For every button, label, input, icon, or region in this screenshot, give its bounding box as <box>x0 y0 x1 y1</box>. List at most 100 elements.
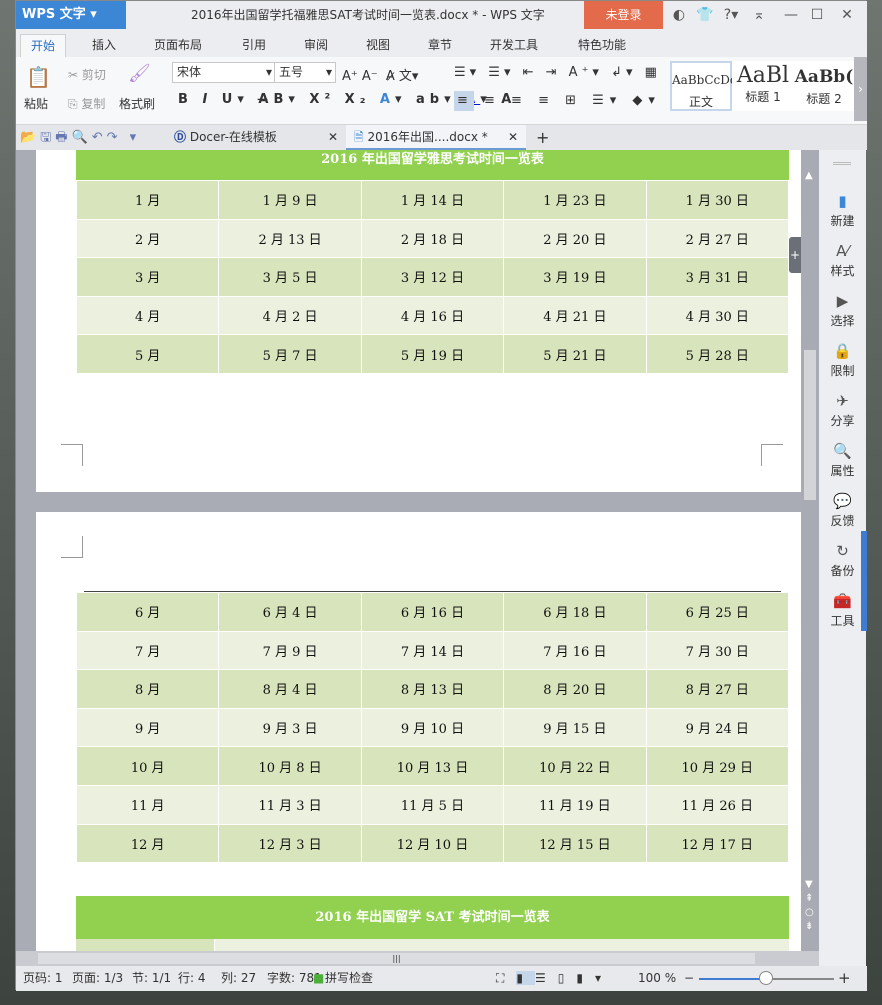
table-cell[interactable]: 8 月 20 日 <box>503 669 647 709</box>
table-cell[interactable]: 10 月 22 日 <box>503 746 647 786</box>
paste-button[interactable]: 粘贴 <box>24 95 48 112</box>
table-cell[interactable]: 5 月 21 日 <box>503 334 647 374</box>
table-cell[interactable]: 8 月 4 日 <box>218 669 362 709</box>
close-button[interactable]: ✕ <box>834 1 860 29</box>
table-cell[interactable]: 12 月 10 日 <box>360 823 505 864</box>
tab-docer[interactable]: Ⓓ Docer-在线模板 ✕ <box>166 125 346 150</box>
alignment-buttons[interactable]: ≡ ≡ ≡ ≡ ⊞ ☰▾ ◆▾ ⊡▾ <box>457 93 701 108</box>
style-heading-2[interactable]: AaBb(标题 2 <box>794 61 854 111</box>
table-cell[interactable]: 2 月 20 日 <box>503 218 647 259</box>
table-cell[interactable]: 12 月 17 日 <box>645 823 790 864</box>
minimize-button[interactable]: — <box>778 1 804 29</box>
table-cell[interactable]: 10 月 29 日 <box>645 746 790 786</box>
table-cell[interactable]: 1 月 23 日 <box>503 180 647 220</box>
vertical-scrollbar[interactable]: ▲ ▼ ⇞ ○ ⇟ <box>801 150 819 951</box>
sidebar-item-toolbox[interactable]: 🧰 工具 <box>819 592 866 629</box>
table-cell[interactable]: 1 月 30 日 <box>645 180 790 220</box>
scroll-up-icon[interactable]: ▲ <box>805 170 813 181</box>
help-icon[interactable]: ?▾ <box>718 1 744 29</box>
table-cell[interactable]: 8 月 <box>75 669 220 709</box>
table-cell[interactable]: 9 月 15 日 <box>503 707 647 748</box>
table-cell[interactable]: 6 月 <box>75 592 220 632</box>
tab-1[interactable]: 插入 <box>82 34 126 57</box>
tab-7[interactable]: 开发工具 <box>480 34 548 57</box>
table-cell[interactable]: 5 月 28 日 <box>645 334 790 374</box>
vertical-scroll-thumb[interactable] <box>804 350 816 500</box>
table-cell[interactable]: 7 月 <box>75 630 220 671</box>
copy-button[interactable]: ⎘ 复制 <box>68 95 105 112</box>
sidebar-item-style[interactable]: A⁄ 样式 <box>819 242 866 279</box>
table-cell[interactable]: 4 月 2 日 <box>218 295 362 336</box>
login-button[interactable]: 未登录 <box>584 1 663 29</box>
table-cell[interactable]: 12 月 3 日 <box>218 823 362 864</box>
zoom-level[interactable]: 100 % <box>638 966 676 991</box>
sidebar-item-new-doc[interactable]: ▮ 新建 <box>819 192 866 229</box>
tab-0[interactable]: 开始 <box>20 34 67 57</box>
expand-panel-button[interactable]: + <box>789 237 801 273</box>
sidebar-item-properties[interactable]: 🔍 属性 <box>819 442 866 479</box>
table-cell[interactable]: 1 月 9 日 <box>218 180 362 220</box>
zoom-out-button[interactable]: − <box>684 966 694 991</box>
styles-more-button[interactable]: › <box>854 57 867 121</box>
sidebar-item-backup[interactable]: ↻ 备份 <box>819 542 866 579</box>
table-cell[interactable]: 5 月 19 日 <box>360 334 505 374</box>
table-cell[interactable]: 3 月 12 日 <box>360 257 505 297</box>
zoom-slider[interactable] <box>699 971 834 985</box>
table-cell[interactable]: 6 月 18 日 <box>503 592 647 632</box>
quick-access-toolbar[interactable]: 📂🖫🖶🔍↶↷ ▾ <box>20 128 140 150</box>
table-cell[interactable]: 2 月 13 日 <box>218 218 362 259</box>
table-cell[interactable]: 10 月 8 日 <box>218 746 362 786</box>
table-cell[interactable]: 8 月 13 日 <box>360 669 505 709</box>
tab-4[interactable]: 审阅 <box>294 34 338 57</box>
new-tab-button[interactable]: + <box>528 125 549 150</box>
table-cell[interactable]: 1 月 14 日 <box>360 180 505 220</box>
status-page-number[interactable]: 页码: 1 <box>23 966 63 991</box>
sidebar-item-lock[interactable]: 🔒 限制 <box>819 342 866 379</box>
style-heading-1[interactable]: AaBl 标题 1 <box>732 61 794 111</box>
tab-2[interactable]: 页面布局 <box>144 34 212 57</box>
tab-6[interactable]: 章节 <box>418 34 462 57</box>
tab-8[interactable]: 特色功能 <box>568 34 636 57</box>
table-cell[interactable]: 6 月 25 日 <box>645 592 790 632</box>
tab-5[interactable]: 视图 <box>356 34 400 57</box>
paste-icon[interactable]: 📋 <box>26 65 51 89</box>
table-cell[interactable]: 4 月 21 日 <box>503 295 647 336</box>
table-cell[interactable]: 9 月 24 日 <box>645 707 790 748</box>
skin-icon[interactable]: ◐ <box>666 1 692 29</box>
tab-document[interactable]: 🗎 2016年出国....docx * ✕ <box>346 125 526 150</box>
table-cell[interactable]: 12 月 15 日 <box>503 823 647 864</box>
table-cell[interactable]: 3 月 <box>75 257 220 297</box>
table-cell[interactable]: 6 月 16 日 <box>360 592 505 632</box>
zoom-in-button[interactable]: + <box>838 966 851 991</box>
table-cell[interactable]: 9 月 10 日 <box>360 707 505 748</box>
table-cell[interactable]: 5 月 <box>75 334 220 374</box>
font-size-select[interactable]: 五号 ▾ <box>274 62 336 83</box>
format-painter-button[interactable]: 格式刷 <box>119 95 155 112</box>
table-cell[interactable]: 5 月 7 日 <box>218 334 362 374</box>
table-cell[interactable]: 12 月 <box>75 823 220 864</box>
font-size-buttons[interactable]: A⁺ A⁻ A̷ 文▾ <box>342 65 418 84</box>
table-cell[interactable]: 6 月 4 日 <box>218 592 362 632</box>
zoom-slider-handle[interactable] <box>759 971 773 985</box>
table-cell[interactable]: 8 月 27 日 <box>645 669 790 709</box>
table-cell[interactable]: 11 月 5 日 <box>360 784 505 825</box>
sidebar-collapse-handle[interactable] <box>861 531 867 631</box>
collapse-ribbon-icon[interactable]: ⌅ <box>746 1 772 29</box>
table-cell[interactable]: 1 月 <box>75 180 220 220</box>
table-cell[interactable]: 9 月 3 日 <box>218 707 362 748</box>
table-cell[interactable]: 11 月 3 日 <box>218 784 362 825</box>
table-cell[interactable]: 7 月 16 日 <box>503 630 647 671</box>
spell-check-button[interactable]: 拼写检查 <box>325 966 373 991</box>
table-cell[interactable]: 2 月 27 日 <box>645 218 790 259</box>
table-cell[interactable]: 3 月 5 日 <box>218 257 362 297</box>
table-cell[interactable]: 10 月 <box>75 746 220 786</box>
cut-button[interactable]: ✂ 剪切 <box>68 66 106 83</box>
style-normal[interactable]: AaBbCcDd 正文 <box>670 61 738 111</box>
app-menu-button[interactable]: WPS 文字 ▾ <box>16 1 126 29</box>
table-cell[interactable]: 11 月 <box>75 784 220 825</box>
table-cell[interactable]: 4 月 30 日 <box>645 295 790 336</box>
table-cell[interactable]: 2 月 18 日 <box>360 218 505 259</box>
table-cell[interactable]: 7 月 9 日 <box>218 630 362 671</box>
maximize-button[interactable]: ☐ <box>804 1 830 29</box>
horizontal-scrollbar[interactable]: ||| <box>16 951 819 966</box>
